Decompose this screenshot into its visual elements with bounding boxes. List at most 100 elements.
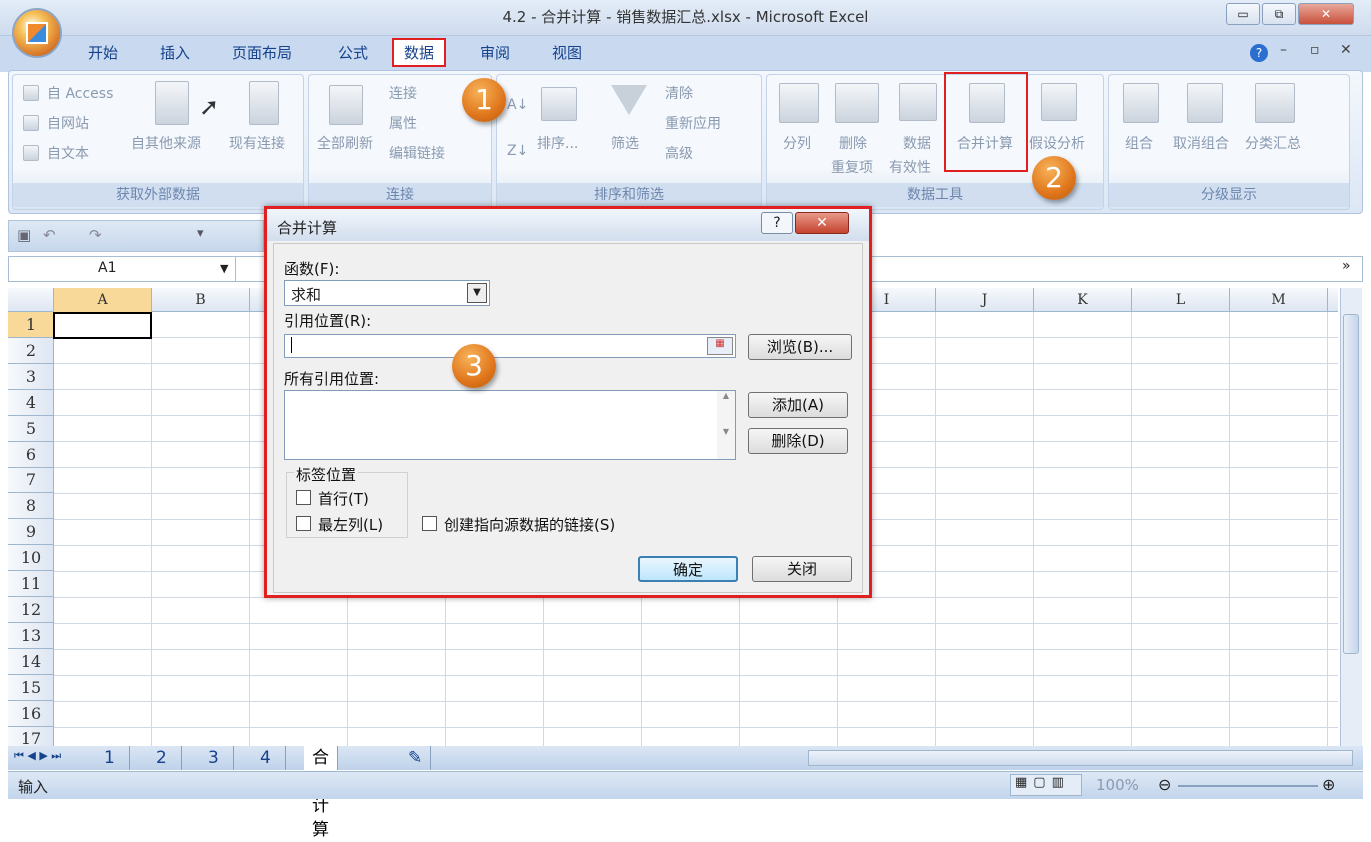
reference-input[interactable]: ▦	[284, 334, 736, 358]
tab-review[interactable]: 审阅	[476, 42, 514, 63]
clear-button[interactable]: 清除	[665, 83, 693, 103]
sort-button[interactable]: 排序...	[537, 133, 578, 153]
column-header[interactable]: J	[936, 288, 1034, 312]
help-icon[interactable]: ?	[1250, 44, 1268, 62]
row-header[interactable]: 9	[8, 519, 54, 546]
close-button[interactable]: ✕	[1298, 3, 1354, 25]
left-column-checkbox[interactable]	[296, 516, 311, 531]
redo-icon[interactable]: ↷	[89, 226, 102, 244]
sort-az-icon[interactable]: A↓	[507, 97, 528, 113]
browse-button[interactable]: 浏览(B)...	[748, 334, 852, 360]
sheet-tab[interactable]: 2月	[148, 746, 182, 792]
dialog-help-button[interactable]: ?	[761, 212, 793, 234]
office-button[interactable]	[12, 8, 62, 58]
sheet-tab[interactable]: 合并计算	[304, 746, 338, 840]
column-header[interactable]: K	[1034, 288, 1132, 312]
sort-za-icon[interactable]: Z↓	[507, 143, 528, 159]
vertical-scrollbar[interactable]	[1340, 288, 1362, 746]
zoom-level[interactable]: 100%	[1096, 776, 1139, 794]
data-validation-button[interactable]: 数据	[903, 133, 931, 153]
horizontal-scrollbar[interactable]	[808, 750, 1353, 766]
name-box[interactable]: A1	[8, 256, 236, 282]
add-button[interactable]: 添加(A)	[748, 392, 848, 418]
existing-connections-button[interactable]: 现有连接	[229, 133, 285, 153]
dropdown-arrow-icon[interactable]: ▼	[467, 283, 487, 303]
undo-icon[interactable]: ↶	[43, 226, 56, 244]
reapply-button[interactable]: 重新应用	[665, 113, 721, 133]
active-cell-a1[interactable]	[53, 312, 152, 339]
column-header[interactable]: A	[54, 288, 152, 312]
create-links-checkbox[interactable]	[422, 516, 437, 531]
from-other-sources-button[interactable]: 自其他来源	[131, 133, 201, 153]
sheet-nav-icons[interactable]: ⏮ ◀ ▶ ⏭	[14, 749, 61, 763]
row-header[interactable]: 3	[8, 364, 54, 390]
subtotal-button[interactable]: 分类汇总	[1245, 133, 1301, 153]
row-header[interactable]: 4	[8, 390, 54, 416]
zoom-in-icon[interactable]: ⊕	[1322, 775, 1335, 794]
row-header[interactable]: 1	[8, 312, 54, 338]
row-header[interactable]: 13	[8, 623, 54, 649]
tab-formulas[interactable]: 公式	[334, 42, 372, 63]
restore-button[interactable]: ⧉	[1262, 3, 1296, 25]
group-button[interactable]: 组合	[1125, 133, 1153, 153]
ribbon-close[interactable]: ✕	[1340, 42, 1352, 58]
refresh-all-button[interactable]: 全部刷新	[317, 133, 373, 153]
dialog-close-button[interactable]: ✕	[795, 212, 849, 234]
row-header[interactable]: 16	[8, 701, 54, 727]
column-header[interactable]: L	[1132, 288, 1230, 312]
column-header[interactable]: B	[152, 288, 250, 312]
minimize-button[interactable]: ▭	[1226, 3, 1260, 25]
filter-button[interactable]: 筛选	[611, 133, 639, 153]
scroll-thumb[interactable]	[1343, 314, 1359, 654]
top-row-checkbox[interactable]	[296, 490, 311, 505]
row-header[interactable]: 14	[8, 649, 54, 675]
row-header[interactable]: 6	[8, 442, 54, 468]
tab-data[interactable]: 数据	[392, 38, 447, 67]
row-header[interactable]: 8	[8, 493, 54, 520]
properties-button[interactable]: 属性	[389, 113, 417, 133]
text-to-columns-button[interactable]: 分列	[783, 133, 811, 153]
tab-insert[interactable]: 插入	[156, 42, 194, 63]
function-select[interactable]: 求和 ▼	[284, 280, 490, 306]
row-header[interactable]: 10	[8, 545, 54, 572]
ribbon-minimize[interactable]: –	[1280, 42, 1287, 58]
edit-links-button[interactable]: 编辑链接	[389, 143, 445, 163]
all-references-list[interactable]: ▲ ▼	[284, 390, 736, 460]
view-buttons-icon[interactable]: ▦▢▥	[1010, 774, 1082, 796]
select-all-corner[interactable]	[8, 288, 54, 312]
row-header[interactable]: 5	[8, 416, 54, 442]
tab-view[interactable]: 视图	[548, 42, 586, 63]
from-web-button[interactable]: 自网站	[47, 113, 89, 133]
sheet-tab[interactable]: 4月	[252, 746, 286, 792]
from-text-button[interactable]: 自文本	[47, 143, 89, 163]
tab-home[interactable]: 开始	[84, 42, 122, 63]
insert-sheet-icon[interactable]: ✎	[400, 746, 432, 770]
zoom-out-icon[interactable]: ⊖	[1158, 775, 1171, 794]
ribbon-restore[interactable]: ▫	[1310, 42, 1320, 58]
column-header[interactable]: M	[1230, 288, 1328, 312]
range-select-icon[interactable]: ▦	[707, 337, 733, 355]
customize-icon[interactable]: ▾	[197, 226, 204, 241]
tab-page-layout[interactable]: 页面布局	[228, 42, 296, 63]
what-if-button[interactable]: 假设分析	[1029, 133, 1085, 153]
ungroup-button[interactable]: 取消组合	[1173, 133, 1229, 153]
ok-button[interactable]: 确定	[638, 556, 738, 582]
list-scrollbar[interactable]: ▲ ▼	[717, 391, 735, 459]
close-dialog-button[interactable]: 关闭	[752, 556, 852, 582]
delete-button[interactable]: 删除(D)	[748, 428, 848, 454]
connections-button[interactable]: 连接	[389, 83, 417, 103]
name-box-dropdown-icon[interactable]: ▼	[220, 262, 228, 275]
advanced-button[interactable]: 高级	[665, 143, 693, 163]
sheet-tab[interactable]: 1月	[96, 746, 130, 792]
remove-duplicates-button[interactable]: 删除	[839, 133, 867, 153]
sheet-tab[interactable]: 3月	[200, 746, 234, 792]
row-header[interactable]: 7	[8, 467, 54, 494]
save-icon[interactable]: ▣	[17, 226, 31, 244]
from-access-button[interactable]: 自 Access	[47, 83, 113, 103]
zoom-slider[interactable]	[1178, 785, 1318, 787]
row-header[interactable]: 15	[8, 675, 54, 701]
row-header[interactable]: 2	[8, 338, 54, 364]
row-header[interactable]: 11	[8, 571, 54, 597]
expand-formula-icon[interactable]: »	[1342, 258, 1351, 274]
row-header[interactable]: 12	[8, 597, 54, 623]
